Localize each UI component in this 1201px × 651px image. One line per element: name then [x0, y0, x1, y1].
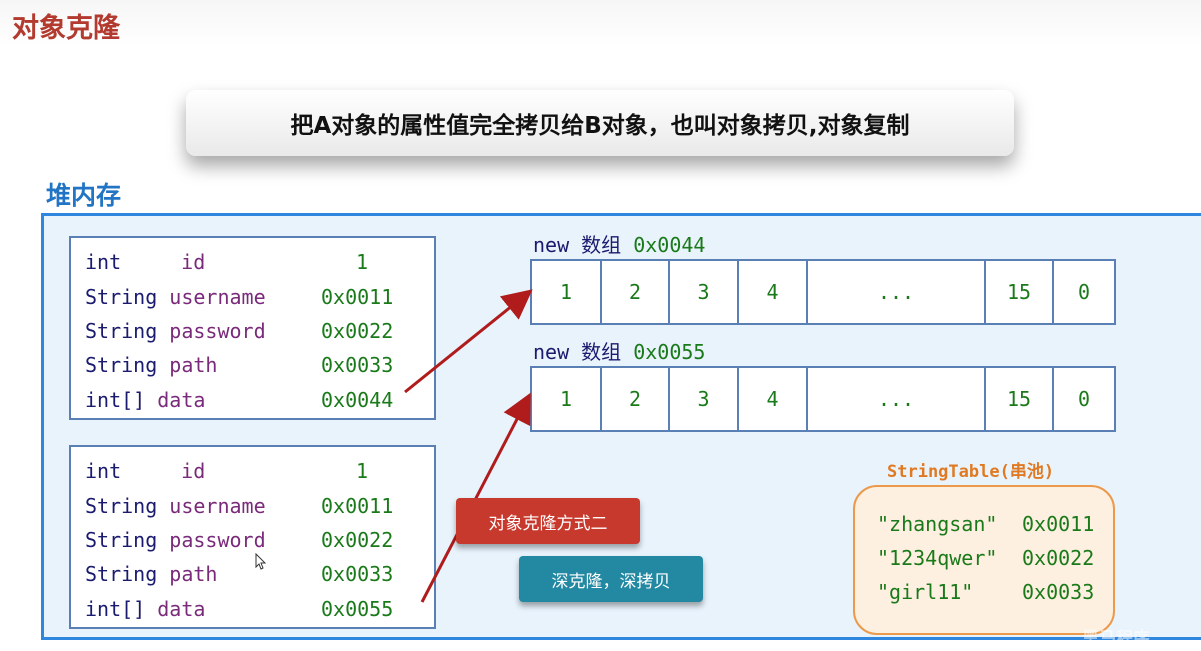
pool-string: "girl11"	[877, 580, 974, 604]
deep-clone-button[interactable]: 深克隆，深拷贝	[519, 556, 703, 602]
deep-clone-label: 深克隆，深拷贝	[551, 571, 671, 592]
clone-method-two-label: 对象克隆方式二	[488, 513, 608, 534]
mouse-pointer-icon	[255, 553, 267, 570]
clone-method-two-button[interactable]: 对象克隆方式二	[456, 498, 640, 544]
string-pool-title: StringTable(串池)	[887, 462, 1055, 482]
pool-address: 0x0033	[1022, 580, 1095, 604]
pool-address: 0x0022	[1022, 546, 1095, 570]
watermark-logo: 黑马程序	[1082, 629, 1150, 649]
pool-string: "zhangsan"	[877, 512, 998, 536]
pool-address: 0x0011	[1022, 512, 1095, 536]
arrow-right-icon	[404, 289, 533, 394]
string-pool-box: "zhangsan" 0x0011 "1234qwer" 0x0022 "gir…	[853, 485, 1115, 635]
pool-string: "1234qwer"	[877, 546, 998, 570]
